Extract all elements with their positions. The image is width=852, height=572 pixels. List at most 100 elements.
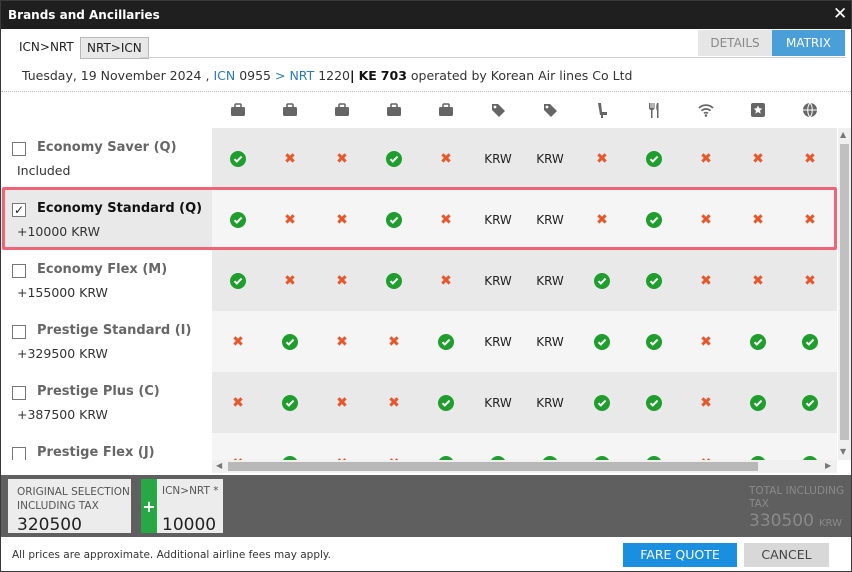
- route-arrow: >: [274, 68, 286, 83]
- not-included-cross-icon: ✖: [700, 211, 712, 228]
- included-check-icon: [472, 433, 524, 460]
- not-included-cross-icon: ✖: [700, 150, 712, 167]
- included-check-icon: [576, 311, 628, 372]
- included-check-icon: [784, 372, 836, 433]
- tab-matrix[interactable]: MATRIX: [772, 30, 845, 56]
- brand-cells: ✖ ✖ ✖ KRW KRW ✖ ✖ ✖ ✖: [212, 128, 837, 189]
- not-included-cross-icon: ✖: [596, 150, 608, 167]
- info-separator: |: [350, 68, 355, 83]
- tag-icon: [472, 97, 524, 123]
- action-bar: All prices are approximate. Additional a…: [1, 537, 851, 571]
- included-check-icon: [628, 433, 680, 460]
- flight-info: Tuesday, 19 November 2024 , ICN 0955 > N…: [22, 68, 632, 83]
- included-check-icon: [368, 250, 420, 311]
- bag-icon: [420, 97, 472, 123]
- brand-name: Economy Flex (M): [37, 262, 168, 277]
- not-included-cross-icon: ✖: [440, 150, 452, 167]
- brand-checkbox[interactable]: [12, 325, 26, 339]
- brand-row[interactable]: Prestige Flex (J)✖✖✖✖: [1, 433, 837, 460]
- not-included-cross-icon: ✖: [804, 272, 816, 289]
- vertical-scrollbar[interactable]: ▲ ▼: [838, 128, 851, 460]
- scroll-up-icon[interactable]: ▲: [840, 130, 846, 139]
- brand-price: +387500 KRW: [17, 407, 108, 422]
- brand-price: +10000 KRW: [17, 224, 100, 239]
- bag-icon: [264, 97, 316, 123]
- plus-icon: +: [141, 479, 157, 533]
- included-check-icon: [264, 372, 316, 433]
- chargeable-cell: KRW: [484, 273, 512, 288]
- included-check-icon: [576, 433, 628, 460]
- meal-icon: [628, 97, 680, 123]
- fare-quote-button[interactable]: FARE QUOTE: [623, 543, 737, 567]
- not-included-cross-icon: ✖: [368, 433, 420, 461]
- included-check-icon: [212, 250, 264, 311]
- included-check-icon: [628, 250, 680, 311]
- included-check-icon: [264, 311, 316, 372]
- brand-cells: ✖ ✖ ✖ KRW KRW ✖ ✖ ✖ ✖: [212, 189, 837, 250]
- close-icon[interactable]: ✕: [833, 4, 847, 24]
- cancel-button[interactable]: CANCEL: [744, 543, 829, 567]
- horizontal-scroll-thumb[interactable]: [228, 462, 758, 471]
- total-label: TOTAL INCLUDING TAX: [749, 485, 845, 510]
- segment-label: ICN>NRT *: [162, 485, 219, 497]
- brand-name: Prestige Standard (I): [37, 323, 192, 338]
- total-value: 330500: [749, 511, 814, 531]
- vertical-scroll-thumb[interactable]: [840, 144, 849, 440]
- carrier-code: KE: [358, 68, 377, 83]
- brand-info: ✓ Economy Standard (Q) +10000 KRW: [1, 189, 212, 250]
- included-check-icon: [368, 189, 420, 250]
- not-included-cross-icon: ✖: [388, 333, 400, 350]
- included-check-icon: [732, 433, 784, 460]
- not-included-cross-icon: ✖: [700, 394, 712, 411]
- bag-icon: [316, 97, 368, 123]
- departure-time: 0955: [239, 68, 271, 83]
- not-included-cross-icon: ✖: [700, 333, 712, 350]
- included-check-icon: [732, 311, 784, 372]
- included-check-icon: [628, 128, 680, 189]
- chargeable-cell: KRW: [536, 334, 564, 349]
- brand-checkbox[interactable]: [12, 447, 26, 460]
- not-included-cross-icon: ✖: [336, 272, 348, 289]
- horizontal-scrollbar[interactable]: ◀ ▶: [212, 460, 837, 473]
- seat-icon: [576, 97, 628, 123]
- brand-checkbox[interactable]: ✓: [12, 203, 26, 217]
- scroll-right-icon[interactable]: ▶: [825, 461, 831, 470]
- chargeable-cell: KRW: [484, 212, 512, 227]
- price-summary: ORIGINAL SELECTION INCLUDING TAX 320500 …: [1, 475, 851, 537]
- not-included-cross-icon: ✖: [440, 211, 452, 228]
- chargeable-cell: KRW: [484, 151, 512, 166]
- brand-cells: ✖ ✖ ✖ KRW KRW ✖: [212, 372, 837, 433]
- included-check-icon: [732, 372, 784, 433]
- tab-nrt-icn[interactable]: NRT>ICN: [80, 37, 149, 59]
- brand-row[interactable]: Prestige Plus (C) +387500 KRW ✖ ✖ ✖ KRW KRW ✖: [1, 372, 837, 433]
- brand-checkbox[interactable]: [12, 264, 26, 278]
- scroll-left-icon[interactable]: ◀: [216, 461, 222, 470]
- brand-name: Economy Standard (Q): [37, 201, 203, 216]
- total-currency: KRW: [819, 518, 842, 529]
- scroll-down-icon[interactable]: ▼: [840, 447, 846, 456]
- included-check-icon: [264, 433, 316, 460]
- not-included-cross-icon: ✖: [212, 433, 264, 461]
- original-selection-value: 320500: [17, 515, 82, 535]
- not-included-cross-icon: ✖: [284, 272, 296, 289]
- brand-checkbox[interactable]: [12, 142, 26, 156]
- not-included-cross-icon: ✖: [336, 211, 348, 228]
- brand-row[interactable]: Economy Saver (Q) Included ✖ ✖ ✖ KRW KRW ✖ ✖ ✖ ✖: [1, 128, 837, 189]
- brand-checkbox[interactable]: [12, 386, 26, 400]
- brand-row[interactable]: Economy Flex (M) +155000 KRW ✖ ✖ ✖ KRW KRW ✖ ✖ ✖: [1, 250, 837, 311]
- brand-row[interactable]: ✓ Economy Standard (Q) +10000 KRW ✖ ✖ ✖ KRW KRW…: [1, 189, 837, 250]
- title-bar: Brands and Ancillaries ✕: [1, 1, 851, 29]
- brand-row[interactable]: Prestige Standard (I) +329500 KRW ✖ ✖ ✖ KRW KR…: [1, 311, 837, 372]
- tab-details[interactable]: DETAILS: [698, 30, 772, 56]
- included-check-icon: [628, 189, 680, 250]
- brand-price: +329500 KRW: [17, 346, 108, 361]
- bag-icon: [212, 97, 264, 123]
- tab-icn-nrt[interactable]: ICN>NRT: [13, 37, 80, 59]
- not-included-cross-icon: ✖: [336, 150, 348, 167]
- globe-icon: [784, 97, 836, 123]
- original-selection-label: ORIGINAL SELECTION INCLUDING TAX: [17, 486, 130, 512]
- not-included-cross-icon: ✖: [680, 433, 732, 461]
- not-included-cross-icon: ✖: [752, 272, 764, 289]
- not-included-cross-icon: ✖: [700, 272, 712, 289]
- brand-name: Prestige Flex (J): [37, 445, 155, 460]
